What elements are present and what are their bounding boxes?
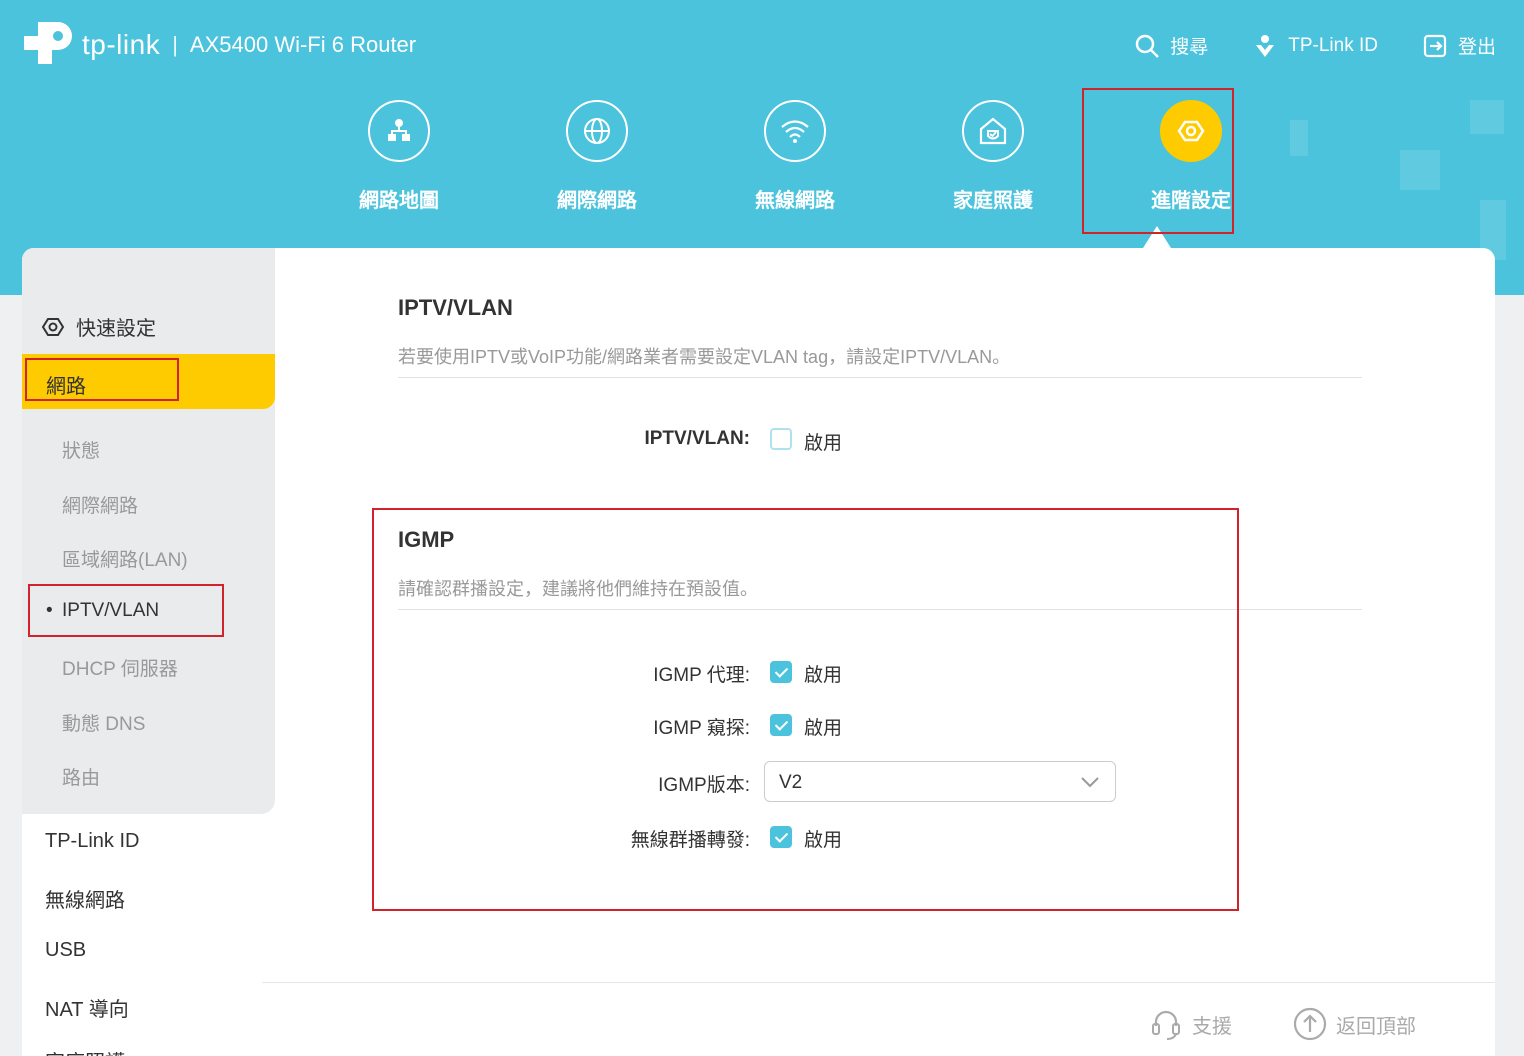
igmp-snooping-checkbox[interactable]	[770, 714, 792, 736]
nav-internet[interactable]: 網際網路	[498, 100, 696, 213]
back-to-top-link[interactable]: 返回頂部	[1292, 1006, 1416, 1042]
logout-icon	[1423, 34, 1447, 57]
nav-advanced[interactable]: 進階設定	[1092, 100, 1290, 213]
sidebar-item-usb[interactable]: USB	[45, 939, 86, 962]
igmp-divider	[398, 609, 1362, 610]
igmp-version-label: IGMP版本:	[658, 775, 750, 796]
nav-label: 網路地圖	[359, 190, 439, 212]
content-area: IPTV/VLAN 若要使用IPTV或VoIP功能/網路業者需要設定VLAN t…	[275, 248, 1495, 1056]
sidebar-item-label: 網路	[46, 376, 86, 398]
tplink-logo-icon	[24, 22, 72, 64]
iptv-divider	[398, 377, 1362, 378]
sidebar-item-label: 快速設定	[76, 318, 156, 340]
brand-name: tp-link	[82, 29, 161, 60]
igmp-proxy-label: IGMP 代理:	[653, 665, 750, 686]
advanced-gear-icon	[1177, 120, 1205, 142]
sidebar-sub-routing[interactable]: 路由	[62, 763, 100, 790]
igmp-snooping-enable-label: 啟用	[804, 718, 843, 739]
sidebar-group: 快速設定 網路 狀態 網際網路 區域網路(LAN) IPTV/VLAN DHCP…	[22, 248, 275, 814]
logout-label: 登出	[1457, 37, 1496, 58]
wireless-multicast-checkbox[interactable]	[770, 826, 792, 848]
sidebar-sub-internet[interactable]: 網際網路	[62, 491, 138, 518]
sidebar-sub-lan[interactable]: 區域網路(LAN)	[62, 545, 188, 572]
logout-link[interactable]: 登出	[1422, 32, 1496, 59]
iptv-section-title: IPTV/VLAN	[398, 295, 513, 320]
tplink-logo: tp-link | AX5400 Wi-Fi 6 Router	[22, 18, 416, 72]
tplink-id-icon	[1256, 34, 1275, 57]
arrow-up-circle-icon	[1293, 1007, 1327, 1041]
sidebar-item-quick-setup[interactable]: 快速設定	[40, 312, 156, 341]
nav-label: 無線網路	[755, 190, 835, 212]
main-panel: 快速設定 網路 狀態 網際網路 區域網路(LAN) IPTV/VLAN DHCP…	[22, 248, 1495, 1056]
nav-wireless[interactable]: 無線網路	[696, 100, 894, 213]
support-label: 支援	[1192, 1015, 1232, 1038]
home-care-icon	[979, 117, 1007, 145]
wireless-multicast-enable-label: 啟用	[804, 830, 843, 851]
sidebar-item-home-care[interactable]: 家庭照護	[45, 1046, 125, 1056]
tplink-id-label: TP-Link ID	[1288, 34, 1378, 56]
igmp-section-title: IGMP	[398, 527, 455, 552]
igmp-snooping-label: IGMP 窺探:	[653, 718, 750, 739]
nav-network-map[interactable]: 網路地圖	[300, 100, 498, 213]
sidebar-item-tplink-id[interactable]: TP-Link ID	[45, 830, 139, 853]
wireless-icon	[781, 120, 809, 143]
sidebar-sub-ddns[interactable]: 動態 DNS	[62, 709, 145, 736]
nav-active-pointer	[1143, 226, 1171, 248]
network-map-icon	[388, 119, 410, 141]
search-label: 搜尋	[1170, 37, 1209, 58]
chevron-down-icon	[1081, 777, 1099, 788]
nav-home-care[interactable]: 家庭照護	[894, 100, 1092, 213]
igmp-proxy-enable-label: 啟用	[804, 665, 843, 686]
sidebar-item-network[interactable]: 網路	[22, 354, 275, 409]
internet-icon	[584, 118, 610, 144]
search-link[interactable]: 搜尋	[1134, 32, 1208, 59]
brand-separator: |	[172, 32, 178, 57]
sidebar: 快速設定 網路 狀態 網際網路 區域網路(LAN) IPTV/VLAN DHCP…	[22, 248, 275, 1056]
igmp-proxy-checkbox[interactable]	[770, 661, 792, 683]
nav-label: 家庭照護	[953, 190, 1033, 212]
igmp-version-select[interactable]: V2	[764, 761, 1116, 802]
nav-label: 網際網路	[557, 190, 637, 212]
sidebar-item-wireless[interactable]: 無線網路	[45, 884, 125, 913]
iptv-section-description: 若要使用IPTV或VoIP功能/網路業者需要設定VLAN tag，請設定IPTV…	[398, 347, 1011, 367]
nav-label: 進階設定	[1151, 190, 1231, 212]
igmp-section-description: 請確認群播設定，建議將他們維持在預設值。	[398, 579, 758, 599]
router-model: AX5400 Wi-Fi 6 Router	[189, 32, 417, 57]
back-to-top-label: 返回頂部	[1336, 1015, 1416, 1038]
tplink-id-link[interactable]: TP-Link ID	[1252, 32, 1378, 59]
iptv-enable-label: 啟用	[804, 433, 843, 454]
headset-icon	[1152, 1010, 1180, 1040]
gear-icon	[41, 317, 65, 336]
sidebar-sub-iptv-vlan[interactable]: IPTV/VLAN	[46, 600, 159, 622]
support-link[interactable]: 支援	[1148, 1006, 1232, 1042]
footer-divider	[262, 982, 1495, 983]
igmp-version-value: V2	[779, 772, 803, 793]
sidebar-sub-dhcp[interactable]: DHCP 伺服器	[62, 654, 178, 681]
search-icon	[1135, 34, 1160, 58]
iptv-field-label: IPTV/VLAN:	[644, 428, 750, 449]
sidebar-sub-status[interactable]: 狀態	[62, 436, 100, 463]
sidebar-item-nat[interactable]: NAT 導向	[45, 993, 129, 1022]
iptv-enable-checkbox[interactable]	[770, 428, 792, 450]
wireless-multicast-label: 無線群播轉發:	[630, 830, 750, 851]
